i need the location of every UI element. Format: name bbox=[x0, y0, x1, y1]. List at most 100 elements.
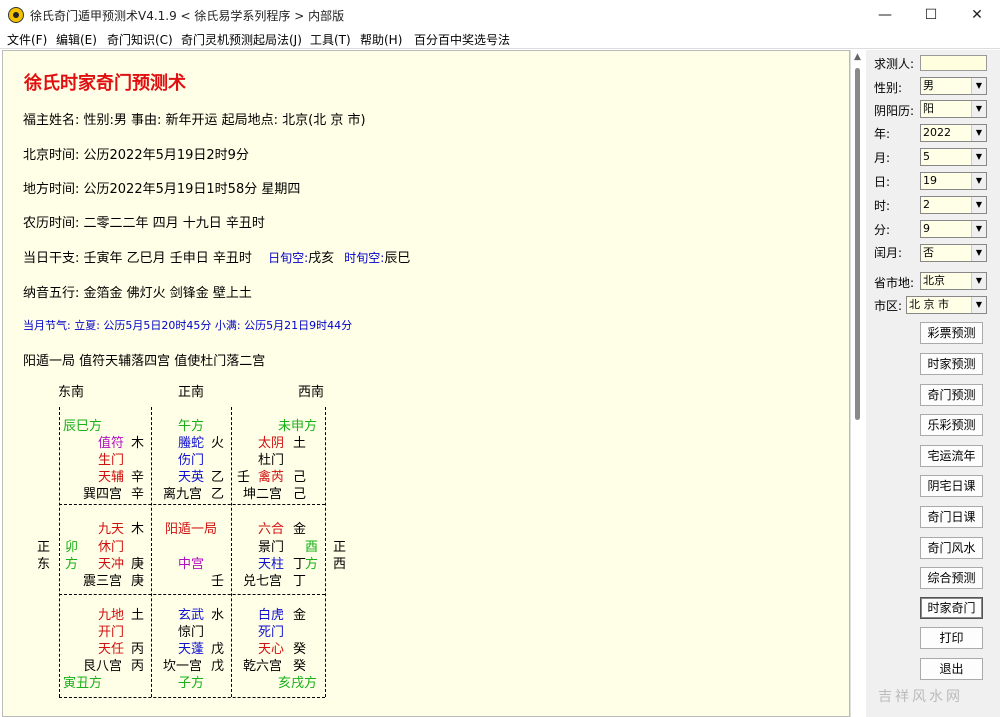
grid-line bbox=[59, 594, 325, 595]
palace-3-deity: 九天 bbox=[98, 522, 125, 537]
qimen-fengshui-button[interactable]: 奇门风水 bbox=[920, 537, 983, 559]
province-select[interactable]: 北京 ▼ bbox=[920, 272, 987, 290]
grid-line bbox=[231, 407, 232, 697]
palace-6-name: 乾六宫 bbox=[243, 659, 283, 674]
minute-value: 9 bbox=[923, 222, 930, 235]
shijia-qimen-button[interactable]: 时家奇门 bbox=[920, 597, 983, 619]
menu-qimen-knowledge[interactable]: 奇门知识(C) bbox=[107, 31, 173, 48]
chevron-down-icon[interactable]: ▼ bbox=[971, 125, 986, 141]
seeker-input[interactable] bbox=[920, 55, 987, 71]
close-button[interactable]: ✕ bbox=[954, 0, 1000, 30]
menu-file[interactable]: 文件(F) bbox=[7, 31, 47, 48]
palace-3-direction-2: 方 bbox=[65, 557, 79, 572]
chevron-down-icon[interactable]: ▼ bbox=[971, 245, 986, 261]
palace-8-deity: 九地 bbox=[98, 608, 125, 623]
palace-3-door: 休门 bbox=[98, 540, 125, 555]
palace-1-door: 惊门 bbox=[178, 625, 205, 640]
palace-9-stem: 乙 bbox=[211, 470, 225, 485]
direction-east-2: 东 bbox=[37, 557, 51, 572]
result-panel: 徐氏时家奇门预测术 福主姓名: 性别:男 事由: 新年开运 起局地点: 北京(北… bbox=[2, 50, 850, 717]
house-fortune-button[interactable]: 宅运流年 bbox=[920, 445, 983, 467]
palace-8-name: 艮八宫 bbox=[83, 659, 123, 674]
palace-7-star: 天柱 bbox=[258, 557, 285, 572]
leap-month-select[interactable]: 否 ▼ bbox=[920, 244, 987, 262]
menu-edit[interactable]: 编辑(E) bbox=[56, 31, 97, 48]
scroll-thumb[interactable] bbox=[855, 68, 860, 420]
qimen-predict-button[interactable]: 奇门预测 bbox=[920, 384, 983, 406]
month-select[interactable]: 5 ▼ bbox=[920, 148, 987, 166]
app-logo-icon bbox=[8, 7, 24, 23]
direction-west-2: 西 bbox=[333, 557, 347, 572]
chevron-down-icon[interactable]: ▼ bbox=[971, 197, 986, 213]
palace-7-direction-1: 酉 bbox=[305, 540, 319, 555]
palace-8-stem: 丙 bbox=[131, 642, 145, 657]
chevron-down-icon[interactable]: ▼ bbox=[971, 101, 986, 117]
menu-tools[interactable]: 工具(T) bbox=[310, 31, 351, 48]
lecai-predict-button[interactable]: 乐彩预测 bbox=[920, 414, 983, 436]
calendar-type-label: 阴阳历: bbox=[874, 104, 915, 118]
maximize-button[interactable]: ☐ bbox=[908, 0, 954, 30]
chevron-down-icon[interactable]: ▼ bbox=[971, 297, 986, 313]
title-bar: 徐氏奇门遁甲预测术V4.1.9 < 徐氏易学系列程序 > 内部版 — ☐ ✕ bbox=[0, 0, 1000, 30]
minute-select[interactable]: 9 ▼ bbox=[920, 220, 987, 238]
qimen-day-button[interactable]: 奇门日课 bbox=[920, 506, 983, 528]
palace-8-star: 天任 bbox=[98, 642, 125, 657]
shijia-predict-button[interactable]: 时家预测 bbox=[920, 353, 983, 375]
district-select[interactable]: 北 京 市 ▼ bbox=[906, 296, 987, 314]
calendar-type-value: 阳 bbox=[923, 102, 934, 115]
chevron-down-icon[interactable]: ▼ bbox=[971, 149, 986, 165]
month-value: 5 bbox=[923, 150, 930, 163]
palace-8-element: 土 bbox=[131, 608, 145, 623]
print-button[interactable]: 打印 bbox=[920, 627, 983, 649]
palace-7-name: 兑七宫 bbox=[243, 574, 283, 589]
direction-southeast: 东南 bbox=[58, 385, 85, 400]
menu-help[interactable]: 帮助(H) bbox=[360, 31, 402, 48]
palace-4-direction: 辰巳方 bbox=[63, 419, 103, 434]
palace-6-star: 天心 bbox=[258, 642, 285, 657]
palace-3-name: 震三宫 bbox=[83, 574, 123, 589]
leap-month-value: 否 bbox=[923, 246, 934, 259]
province-label: 省市地: bbox=[874, 276, 915, 290]
palace-9-door: 伤门 bbox=[178, 453, 205, 468]
palace-9-direction: 午方 bbox=[178, 419, 205, 434]
chevron-down-icon[interactable]: ▼ bbox=[971, 78, 986, 94]
minimize-button[interactable]: — bbox=[862, 0, 908, 30]
district-value: 北 京 市 bbox=[909, 298, 949, 311]
grid-line bbox=[325, 407, 326, 697]
palace-4-door: 生门 bbox=[98, 453, 125, 468]
palace-9-star: 天英 bbox=[178, 470, 205, 485]
input-panel: 求测人: 性别: 男 ▼ 阴阳历: 阳 ▼ 年: 2022 ▼ 月: 5 ▼ 日: 19… bbox=[866, 50, 1000, 717]
yinzhai-day-button[interactable]: 阴宅日课 bbox=[920, 475, 983, 497]
palace-2-door: 杜门 bbox=[258, 453, 285, 468]
gender-select[interactable]: 男 ▼ bbox=[920, 77, 987, 95]
seeker-label: 求测人: bbox=[874, 57, 915, 71]
comprehensive-predict-button[interactable]: 综合预测 bbox=[920, 567, 983, 589]
chevron-down-icon[interactable]: ▼ bbox=[971, 173, 986, 189]
year-label: 年: bbox=[874, 127, 891, 141]
menu-lottery-method[interactable]: 百分百中奖选号法 bbox=[414, 31, 510, 48]
gender-label: 性别: bbox=[874, 81, 903, 95]
lottery-predict-button[interactable]: 彩票预测 bbox=[920, 322, 983, 344]
palace-9-element: 火 bbox=[211, 436, 225, 451]
chevron-down-icon[interactable]: ▼ bbox=[971, 221, 986, 237]
menu-lingji-method[interactable]: 奇门灵机预测起局法(J) bbox=[181, 31, 302, 48]
exit-button[interactable]: 退出 bbox=[920, 658, 983, 680]
palace-9-deity: 螣蛇 bbox=[178, 436, 205, 451]
month-label: 月: bbox=[874, 151, 891, 165]
grid-line bbox=[59, 697, 325, 698]
day-select[interactable]: 19 ▼ bbox=[920, 172, 987, 190]
nine-palace-chart: 东南 正南 西南 正 东 正 西 辰巳方 午方 未申方 值符 木 螣蛇 火 太阴… bbox=[3, 51, 849, 716]
day-value: 19 bbox=[923, 174, 937, 187]
center-ju-label: 阳遁一局 bbox=[165, 522, 218, 537]
palace-1-name: 坎一宫 bbox=[163, 659, 203, 674]
hour-select[interactable]: 2 ▼ bbox=[920, 196, 987, 214]
palace-4-deity: 值符 bbox=[98, 436, 125, 451]
palace-3-direction-1: 卯 bbox=[65, 540, 79, 555]
chevron-down-icon[interactable]: ▼ bbox=[971, 273, 986, 289]
center-palace-label: 中宫 bbox=[178, 557, 205, 572]
scroll-up-arrow-icon[interactable]: ▲ bbox=[854, 52, 861, 62]
direction-southwest: 西南 bbox=[298, 385, 325, 400]
year-select[interactable]: 2022 ▼ bbox=[920, 124, 987, 142]
vertical-scrollbar[interactable]: ▲ bbox=[850, 50, 865, 717]
calendar-type-select[interactable]: 阳 ▼ bbox=[920, 100, 987, 118]
